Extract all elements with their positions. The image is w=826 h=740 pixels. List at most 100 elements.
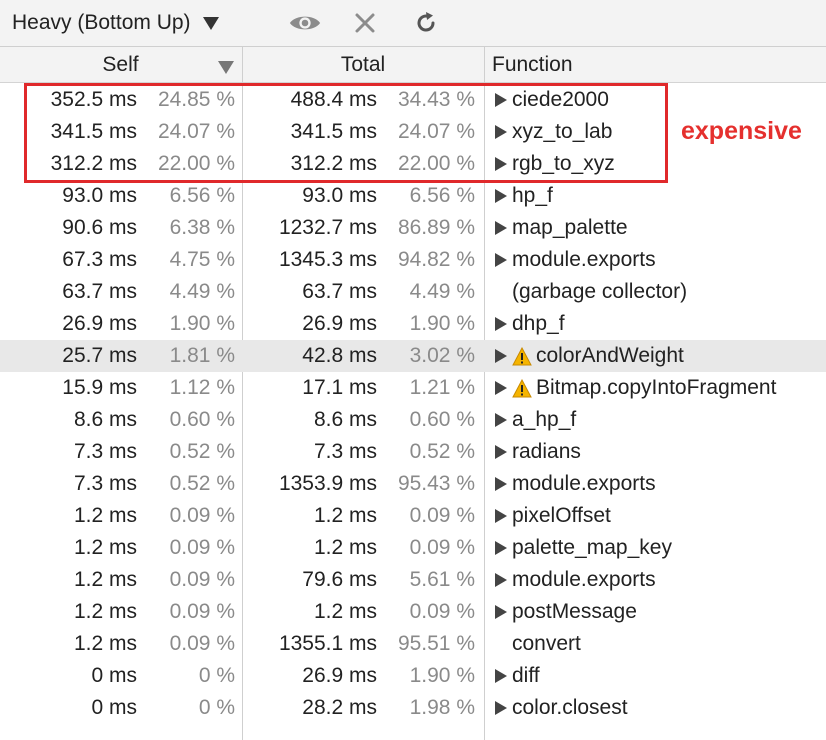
total-time: 28.2 ms — [302, 696, 377, 719]
function-name: module.exports — [512, 248, 656, 271]
table-row[interactable]: 25.7 ms 1.81 % 42.8 ms 3.02 % colorAndWeight — [0, 340, 826, 372]
column-header-total[interactable]: Total — [243, 47, 483, 82]
self-percent: 0 % — [198, 696, 235, 719]
table-row[interactable]: 15.9 ms 1.12 % 17.1 ms 1.21 % Bitmap.copyInt… — [0, 372, 826, 404]
column-header-self[interactable]: Self — [0, 47, 241, 82]
column-header-function[interactable]: Function — [492, 47, 573, 82]
self-percent: 0.09 % — [169, 536, 235, 559]
table-row[interactable]: 0 ms 0 % 26.9 ms 1.90 % diff — [0, 660, 826, 692]
expand-arrow-icon[interactable] — [495, 541, 507, 555]
table-row[interactable]: 90.6 ms 6.38 % 1232.7 ms 86.89 % map_palette — [0, 212, 826, 244]
total-time: 1.2 ms — [313, 504, 377, 527]
self-time: 7.3 ms — [73, 440, 137, 463]
function-cell: map_palette — [495, 212, 628, 244]
function-name: convert — [512, 632, 581, 655]
close-icon — [355, 13, 375, 33]
function-cell: dhp_f — [495, 308, 565, 340]
function-name: (garbage collector) — [512, 280, 688, 303]
table-row[interactable]: 67.3 ms 4.75 % 1345.3 ms 94.82 % module.expo… — [0, 244, 826, 276]
total-percent: 0.09 % — [409, 504, 475, 527]
total-percent: 1.21 % — [409, 376, 475, 399]
expand-arrow-icon[interactable] — [495, 669, 507, 683]
exclude-button[interactable] — [348, 8, 382, 38]
self-time: 0 ms — [91, 664, 137, 687]
expand-arrow-icon[interactable] — [495, 701, 507, 715]
function-name: palette_map_key — [512, 536, 672, 559]
total-percent: 6.56 % — [409, 184, 475, 207]
self-percent: 0.09 % — [169, 568, 235, 591]
function-name: map_palette — [512, 216, 628, 239]
table-row[interactable]: 1.2 ms 0.09 % 1355.1 ms 95.51 % convert — [0, 628, 826, 660]
function-name: module.exports — [512, 472, 656, 495]
expand-arrow-icon[interactable] — [495, 605, 507, 619]
self-time: 67.3 ms — [62, 248, 137, 271]
table-row[interactable]: 63.7 ms 4.49 % 63.7 ms 4.49 % (garbage colle… — [0, 276, 826, 308]
table-row[interactable]: 26.9 ms 1.90 % 26.9 ms 1.90 % dhp_f — [0, 308, 826, 340]
table-row[interactable]: 1.2 ms 0.09 % 1.2 ms 0.09 % pixelOffset — [0, 500, 826, 532]
expand-arrow-icon[interactable] — [495, 349, 507, 363]
restore-button[interactable] — [409, 8, 443, 38]
expand-arrow-icon[interactable] — [495, 253, 507, 267]
total-time: 42.8 ms — [302, 344, 377, 367]
function-name: colorAndWeight — [536, 344, 684, 367]
eye-icon — [289, 16, 321, 30]
dropdown-caret-icon — [202, 16, 219, 30]
table-row[interactable]: 1.2 ms 0.09 % 79.6 ms 5.61 % module.exports — [0, 564, 826, 596]
self-time: 1.2 ms — [73, 536, 137, 559]
total-percent: 0.09 % — [409, 600, 475, 623]
total-time: 7.3 ms — [313, 440, 377, 463]
function-cell: postMessage — [495, 596, 637, 628]
function-name: radians — [512, 440, 581, 463]
table-row[interactable]: 1.2 ms 0.09 % 1.2 ms 0.09 % palette_map_key — [0, 532, 826, 564]
self-time: 0 ms — [91, 696, 137, 719]
function-cell: Bitmap.copyIntoFragment — [495, 372, 776, 404]
self-time: 90.6 ms — [62, 216, 137, 239]
expand-arrow-icon[interactable] — [495, 445, 507, 459]
total-time: 1353.9 ms — [278, 472, 377, 495]
expand-arrow-icon[interactable] — [495, 189, 507, 203]
function-name: Bitmap.copyIntoFragment — [536, 376, 777, 399]
self-percent: 0.09 % — [169, 600, 235, 623]
expand-arrow-icon[interactable] — [495, 477, 507, 491]
function-cell: hp_f — [495, 180, 553, 212]
self-percent: 4.49 % — [169, 280, 235, 303]
function-cell: diff — [495, 660, 540, 692]
view-mode-select[interactable]: Heavy (Bottom Up) — [12, 8, 219, 38]
table-row[interactable]: 0 ms 0 % 28.2 ms 1.98 % color.closest — [0, 692, 826, 724]
total-percent: 4.49 % — [409, 280, 475, 303]
function-name: module.exports — [512, 568, 656, 591]
self-percent: 1.90 % — [169, 312, 235, 335]
self-time: 1.2 ms — [73, 632, 137, 655]
self-time: 25.7 ms — [62, 344, 137, 367]
table-row[interactable]: 8.6 ms 0.60 % 8.6 ms 0.60 % a_hp_f — [0, 404, 826, 436]
self-percent: 6.38 % — [169, 216, 235, 239]
expand-arrow-icon[interactable] — [495, 317, 507, 331]
self-percent: 0.52 % — [169, 440, 235, 463]
function-cell: color.closest — [495, 692, 628, 724]
function-cell: module.exports — [495, 468, 656, 500]
self-time: 26.9 ms — [62, 312, 137, 335]
focus-button[interactable] — [288, 8, 322, 38]
expand-arrow-icon[interactable] — [495, 573, 507, 587]
function-name: diff — [512, 664, 540, 687]
total-percent: 95.51 % — [397, 632, 475, 655]
expand-arrow-icon[interactable] — [495, 221, 507, 235]
warning-icon — [512, 346, 532, 366]
function-name: color.closest — [512, 696, 628, 719]
expand-arrow-icon[interactable] — [495, 509, 507, 523]
expand-arrow-icon[interactable] — [495, 381, 507, 395]
table-row[interactable]: 93.0 ms 6.56 % 93.0 ms 6.56 % hp_f — [0, 180, 826, 212]
self-percent: 0.60 % — [169, 408, 235, 431]
table-row[interactable]: 7.3 ms 0.52 % 1353.9 ms 95.43 % module.expor… — [0, 468, 826, 500]
function-cell: palette_map_key — [495, 532, 672, 564]
total-time: 1232.7 ms — [278, 216, 377, 239]
self-time: 8.6 ms — [73, 408, 137, 431]
table-row[interactable]: 7.3 ms 0.52 % 7.3 ms 0.52 % radians — [0, 436, 826, 468]
expand-arrow-icon[interactable] — [495, 413, 507, 427]
table-row[interactable]: 1.2 ms 0.09 % 1.2 ms 0.09 % postMessage — [0, 596, 826, 628]
total-time: 1355.1 ms — [278, 632, 377, 655]
function-cell: (garbage collector) — [495, 276, 687, 308]
total-time: 26.9 ms — [302, 664, 377, 687]
total-percent: 3.02 % — [409, 344, 475, 367]
self-time: 93.0 ms — [62, 184, 137, 207]
